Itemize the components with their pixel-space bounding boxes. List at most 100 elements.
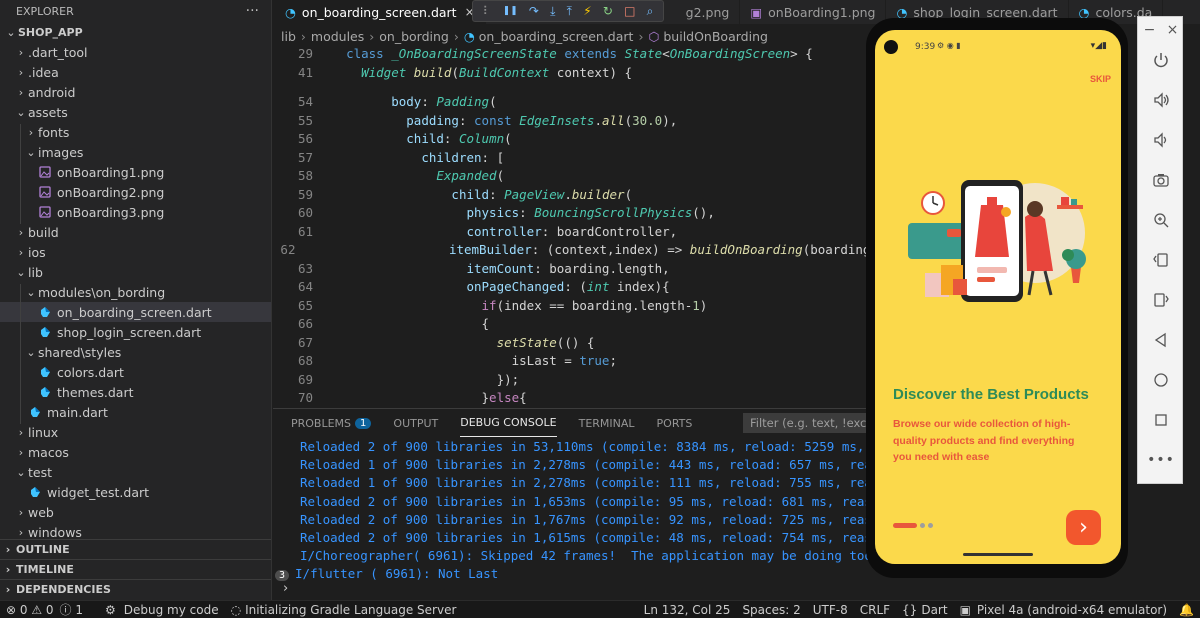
code-line[interactable]: 56 child: Column( [273,131,893,150]
folder-item[interactable]: › .dart_tool [0,42,271,62]
cursor-position[interactable]: Ln 132, Col 25 [644,603,731,617]
file-item[interactable]: shop_login_screen.dart [0,322,271,342]
tab-onboarding1-png[interactable]: ▣ onBoarding1.png [740,0,887,24]
back-button[interactable] [1138,325,1184,355]
zoom-button[interactable] [1138,205,1184,235]
code-line[interactable]: 55 padding: const EdgeInsets.all(30.0), [273,113,893,132]
file-item[interactable]: onBoarding3.png [0,202,271,222]
outline-section[interactable]: › OUTLINE [0,539,271,559]
code-line[interactable]: 59 child: PageView.builder( [273,187,893,206]
project-root[interactable]: ⌄ SHOP_APP [0,22,271,42]
file-item[interactable]: colors.dart [0,362,271,382]
volume-down-button[interactable] [1138,125,1184,155]
stop-icon[interactable]: □ [624,4,635,18]
console-prompt[interactable]: › [283,581,288,596]
step-into-icon[interactable]: ⤓ [550,4,555,19]
tab-terminal[interactable]: TERMINAL [579,409,635,437]
folder-item[interactable]: ⌄ assets [0,102,271,122]
breadcrumb-modules[interactable]: modules [311,29,364,44]
home-indicator[interactable] [963,553,1033,556]
home-button[interactable] [1138,365,1184,395]
tab-ports[interactable]: PORTS [657,409,693,437]
drag-handle-icon[interactable]: ⠇ [483,4,492,18]
console-filter-input[interactable] [743,413,873,433]
dependencies-section[interactable]: › DEPENDENCIES [0,579,271,599]
breadcrumb-file[interactable]: on_boarding_screen.dart [479,29,634,44]
code-line[interactable]: 68 isLast = true; [273,353,893,372]
step-out-icon[interactable]: ⤒ [567,4,572,19]
overview-button[interactable] [1138,405,1184,435]
debug-status[interactable]: ⚙ Debug my code [105,603,219,617]
code-line[interactable]: 57 children: [ [273,150,893,169]
folder-item[interactable]: › web [0,502,271,522]
rotate-right-button[interactable] [1138,285,1184,315]
code-line[interactable]: 58 Expanded( [273,168,893,187]
file-item[interactable]: on_boarding_screen.dart [0,302,271,322]
file-item[interactable]: themes.dart [0,382,271,402]
minimize-button[interactable]: − [1144,22,1156,38]
device-selector[interactable]: ▣ Pixel 4a (android-x64 emulator) [960,603,1167,617]
code-line[interactable]: 60 physics: BouncingScrollPhysics(), [273,205,893,224]
code-line[interactable]: 62 itemBuilder: (context,index) => build… [273,242,893,261]
folder-item[interactable]: › android [0,82,271,102]
tab-debug-console[interactable]: DEBUG CONSOLE [460,409,557,437]
restart-icon[interactable]: ↻ [603,4,613,18]
notifications-icon[interactable]: 🔔 [1179,603,1194,617]
folder-item[interactable]: › macos [0,442,271,462]
folder-item[interactable]: ⌄ shared\styles [0,342,271,362]
tab-output[interactable]: OUTPUT [393,409,438,437]
indentation[interactable]: Spaces: 2 [742,603,800,617]
tab-onboarding2-png[interactable]: g2.png [676,0,741,24]
line-ending[interactable]: CRLF [860,603,890,617]
code-editor[interactable]: 29 class _OnBoardingScreenState extends … [273,46,893,408]
breadcrumb-lib[interactable]: lib [281,29,296,44]
more-options-button[interactable]: ••• [1138,445,1184,475]
step-over-icon[interactable]: ↷ [529,4,539,18]
skip-button[interactable]: SKIP [1090,74,1111,84]
pause-icon[interactable]: ❚❚ [503,6,518,16]
folder-item[interactable]: › build [0,222,271,242]
folder-item[interactable]: ⌄ images [0,142,271,162]
phone-screen[interactable]: 9:39 ⚙ ◉ ▮ ▾◢▮ SKIP Discover the Best Pr… [875,30,1121,564]
code-line[interactable]: 54 body: Padding( [273,94,893,113]
file-item[interactable]: onBoarding1.png [0,162,271,182]
code-line[interactable]: 70 }else{ [273,390,893,408]
code-line[interactable]: 63 itemCount: boarding.length, [273,261,893,280]
more-actions-icon[interactable]: ··· [246,3,259,19]
language-mode[interactable]: {} Dart [902,603,948,617]
code-line[interactable]: 61 controller: boardController, [273,224,893,243]
folder-item[interactable]: › .idea [0,62,271,82]
breadcrumb-on-bording[interactable]: on_bording [379,29,449,44]
folder-item[interactable]: ⌄ modules\on_bording [0,282,271,302]
folder-item[interactable]: ⌄ test [0,462,271,482]
close-button[interactable]: × [1167,22,1179,38]
tab-problems[interactable]: PROBLEMS 1 [291,409,372,437]
tab-on-boarding-screen[interactable]: ◔ on_boarding_screen.dart × [273,0,486,24]
next-button[interactable]: › [1066,510,1101,545]
code-line[interactable]: 67 setState(() { [273,335,893,354]
folder-item[interactable]: ⌄ lib [0,262,271,282]
folder-item[interactable]: › ios [0,242,271,262]
tree-item-label: lib [28,264,43,280]
code-line[interactable]: 64 onPageChanged: (int index){ [273,279,893,298]
code-line[interactable]: 29 class _OnBoardingScreenState extends … [273,46,893,65]
folder-item[interactable]: › fonts [0,122,271,142]
file-item[interactable]: main.dart [0,402,271,422]
file-item[interactable]: onBoarding2.png [0,182,271,202]
power-button[interactable] [1138,45,1184,75]
rotate-left-button[interactable] [1138,245,1184,275]
code-line[interactable]: 65 if(index == boarding.length-1) [273,298,893,317]
timeline-section[interactable]: › TIMELINE [0,559,271,579]
screenshot-button[interactable] [1138,165,1184,195]
code-line[interactable]: 41 Widget build(BuildContext context) { [273,65,893,84]
volume-up-button[interactable] [1138,85,1184,115]
file-item[interactable]: widget_test.dart [0,482,271,502]
hot-reload-icon[interactable]: ⚡ [583,4,591,18]
breadcrumb-method[interactable]: buildOnBoarding [663,29,768,44]
folder-item[interactable]: › linux [0,422,271,442]
code-line[interactable]: 66 { [273,316,893,335]
code-line[interactable]: 69 }); [273,372,893,391]
inspect-icon[interactable]: ⌕ [647,4,654,19]
encoding[interactable]: UTF-8 [813,603,848,617]
problems-status[interactable]: ⊗ 0 ⚠ 0 ⓘ 1 [6,601,83,618]
